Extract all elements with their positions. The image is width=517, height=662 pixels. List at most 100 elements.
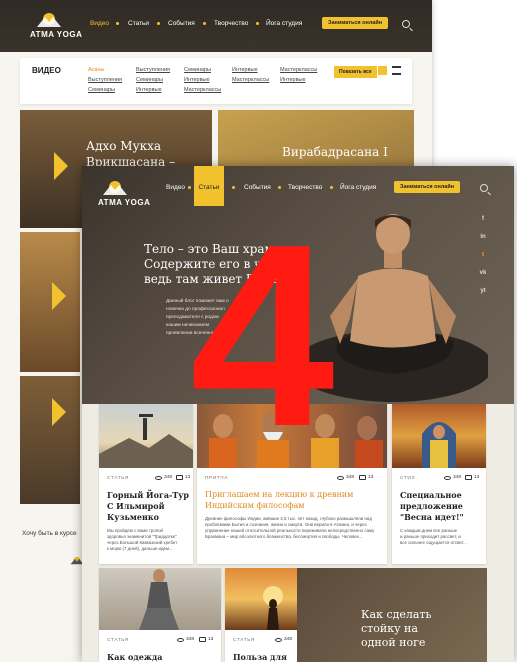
card-category: СТИХ	[400, 476, 416, 481]
filter-item[interactable]: Семинары	[136, 77, 163, 83]
search-icon[interactable]	[402, 20, 410, 28]
views-count: 348	[164, 475, 173, 480]
filter-item[interactable]: Интервью	[232, 67, 257, 73]
front-cta-button[interactable]: Заниматься онлайн	[394, 181, 461, 193]
nav-separator	[157, 22, 160, 25]
card-title-line[interactable]: предложение	[400, 501, 463, 512]
comments-count: 13	[208, 637, 214, 642]
feature-title-line[interactable]: стойку на	[361, 622, 418, 636]
card-title[interactable]: Польза для	[233, 652, 287, 662]
show-all-button[interactable]: Показать все	[334, 66, 377, 78]
nav-separator	[116, 22, 119, 25]
card-title-line[interactable]: Специальное	[400, 490, 462, 501]
article-image[interactable]	[99, 404, 193, 468]
nav-separator	[278, 186, 281, 189]
card-title-line[interactable]: Приглашаем на лекцию к древним	[205, 490, 353, 501]
back-nav-video[interactable]: Видео	[90, 20, 109, 27]
card-text-line: к морю (7 дней), дальше идем...	[107, 546, 173, 551]
filter-item[interactable]: Интервью	[280, 77, 305, 83]
linkedin-icon[interactable]: in	[478, 234, 488, 240]
video-title[interactable]: Вирабадрасана I	[282, 144, 412, 160]
filter-item[interactable]: Семинары	[184, 67, 211, 73]
article-card[interactable]: СТАТЬЯ 348 13 Как одежда	[99, 568, 221, 662]
filter-item[interactable]: Мастерклассы	[232, 77, 269, 83]
atma-yoga-logo-icon[interactable]	[36, 10, 62, 28]
filter-item[interactable]: Выступления	[88, 77, 122, 83]
video-card[interactable]	[20, 376, 80, 504]
card-category: СТАТЬЯ	[233, 638, 255, 643]
card-title[interactable]: Как одежда	[107, 652, 162, 662]
comments-count: 13	[368, 475, 374, 480]
video-card[interactable]	[20, 232, 80, 372]
card-title-line[interactable]: Горный Йога-Тур	[107, 490, 189, 501]
card-title-line[interactable]: С Ильмирой	[107, 501, 165, 512]
article-card[interactable]: СТАТЬЯ 348 13 Горный Йога-Тур С Ильмирой…	[99, 404, 193, 564]
front-nav-studio[interactable]: Йога студия	[340, 184, 376, 191]
card-text-line: Брахмана – мир абсолютного блаженства, б…	[205, 534, 363, 539]
play-icon[interactable]	[54, 152, 68, 180]
eye-icon	[337, 476, 344, 480]
filter-item[interactable]: Семинары	[88, 87, 115, 93]
feature-card[interactable]: Как сделать стойку на одной ноге	[297, 568, 487, 662]
grid-view-icon[interactable]	[378, 66, 387, 75]
filter-item[interactable]: Мастерклассы	[280, 67, 317, 73]
article-image[interactable]	[99, 568, 221, 630]
comment-icon	[465, 475, 472, 480]
list-view-icon[interactable]	[392, 66, 401, 75]
views-count: 348	[284, 637, 293, 642]
youtube-icon[interactable]: yt	[478, 288, 488, 294]
front-nav-video[interactable]: Видео	[166, 184, 185, 191]
feature-title-line[interactable]: одной ноге	[361, 636, 425, 650]
filter-item[interactable]: Интервью	[184, 77, 209, 83]
eye-icon	[444, 476, 451, 480]
article-image[interactable]	[392, 404, 486, 468]
front-nav-creativity[interactable]: Творчество	[288, 184, 322, 191]
comments-count: 13	[474, 475, 480, 480]
search-icon[interactable]	[480, 184, 488, 192]
views-count: 348	[453, 475, 462, 480]
filter-item[interactable]: Интервью	[136, 87, 161, 93]
card-title-line[interactable]: Индийским философам	[205, 501, 305, 512]
eye-icon	[275, 638, 282, 642]
nav-separator	[330, 186, 333, 189]
nav-separator	[203, 22, 206, 25]
comment-icon	[199, 637, 206, 642]
back-cta-button[interactable]: Заниматься онлайн	[322, 17, 389, 29]
eye-icon	[155, 476, 162, 480]
card-category: СТАТЬЯ	[107, 476, 129, 481]
comment-icon	[359, 475, 366, 480]
play-icon[interactable]	[52, 282, 66, 310]
nav-separator	[188, 186, 191, 189]
twitter-icon[interactable]: t	[478, 252, 488, 258]
back-nav-events[interactable]: События	[168, 20, 195, 27]
card-text-line: все сильнее ощущается отсвет...	[400, 540, 467, 545]
front-logo-text: ATMA YOGA	[98, 198, 151, 207]
slide-number-overlay: 4	[190, 191, 335, 481]
card-title-line[interactable]: "Весна идет!"	[400, 512, 464, 523]
facebook-icon[interactable]: f	[478, 216, 488, 222]
nav-separator	[232, 186, 235, 189]
card-title-line[interactable]: Кузьменко	[107, 512, 159, 523]
filter-item[interactable]: Асаны	[88, 67, 104, 73]
vk-icon[interactable]: vk	[478, 270, 488, 276]
feature-title-line[interactable]: Как сделать	[361, 608, 432, 622]
back-filter-panel: ВИДЕО Асаны Выступления Семинары Выступл…	[20, 58, 412, 104]
play-icon[interactable]	[52, 398, 66, 426]
filter-item[interactable]: Выступления	[136, 67, 170, 73]
views-count: 348	[186, 637, 195, 642]
article-card[interactable]: СТИХ 348 13 Специальное предложение "Вес…	[392, 404, 486, 564]
filter-item[interactable]: Мастерклассы	[184, 87, 221, 93]
back-nav-creativity[interactable]: Творчество	[214, 20, 248, 27]
nav-separator	[256, 22, 259, 25]
back-header: ATMA YOGA Видео Статьи События Творчеств…	[0, 0, 432, 52]
back-nav-articles[interactable]: Статьи	[128, 20, 149, 27]
front-nav-events[interactable]: События	[244, 184, 271, 191]
subscribe-text: Хочу быть в курсе	[22, 530, 77, 537]
atma-yoga-logo-icon[interactable]	[102, 178, 128, 196]
back-nav-studio[interactable]: Йога студия	[266, 20, 302, 27]
views-count: 348	[346, 475, 355, 480]
filter-title: ВИДЕО	[32, 66, 61, 75]
comment-icon	[176, 475, 183, 480]
back-logo-text: ATMA YOGA	[30, 30, 83, 39]
card-category: СТАТЬЯ	[107, 638, 129, 643]
